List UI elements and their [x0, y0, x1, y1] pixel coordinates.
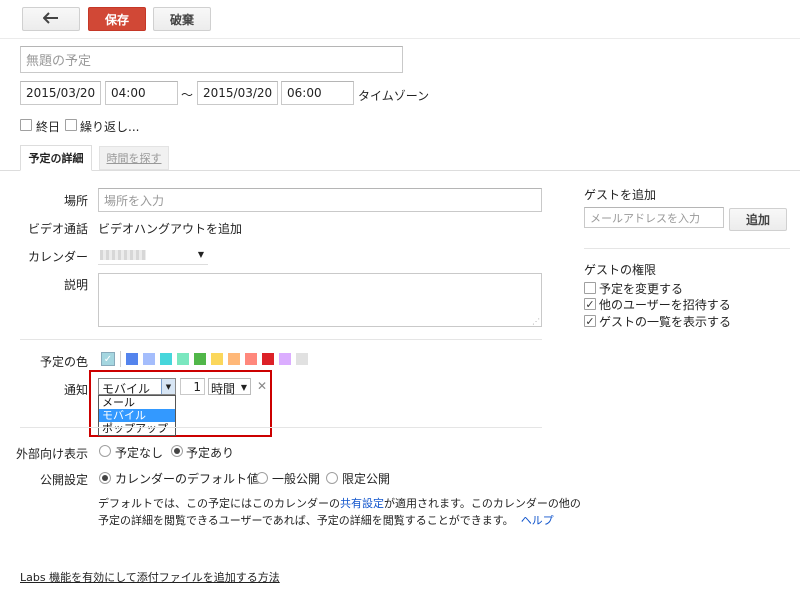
color-swatch[interactable]	[211, 353, 223, 365]
remove-notification-icon[interactable]: ✕	[257, 379, 267, 393]
back-arrow-icon	[42, 11, 59, 27]
perm-modify-checkbox[interactable]	[584, 282, 596, 294]
description-textarea[interactable]: ⋰	[98, 273, 542, 327]
perm-see-list-label: ゲストの一覧を表示する	[599, 315, 732, 329]
video-call-label: ビデオ通話	[27, 222, 88, 236]
privacy-default-label: カレンダーのデフォルト値	[115, 472, 260, 486]
chevron-down-icon: ▼	[197, 250, 204, 259]
privacy-label: 公開設定	[39, 473, 88, 487]
tab-event-details[interactable]: 予定の詳細	[20, 145, 92, 171]
sharing-settings-link[interactable]: 共有設定	[340, 497, 384, 510]
notification-unit-value: 時間	[211, 382, 236, 396]
start-date-input[interactable]: 2015/03/20	[20, 81, 101, 105]
notification-option[interactable]: メール	[99, 396, 175, 409]
notification-option[interactable]: ポップアップ	[99, 422, 175, 435]
notification-method-options: メール モバイル ポップアップ	[99, 396, 175, 435]
color-default-swatch[interactable]: ✓	[101, 352, 115, 366]
save-button[interactable]: 保存	[88, 7, 146, 31]
guests-divider	[584, 248, 790, 249]
event-title-input[interactable]: 無題の予定	[20, 46, 403, 73]
perm-modify-label: 予定を変更する	[599, 282, 684, 296]
end-date-input[interactable]: 2015/03/20	[197, 81, 278, 105]
location-placeholder: 場所を入力	[104, 193, 165, 208]
guest-permissions-heading: ゲストの権限	[584, 263, 657, 277]
add-guest-button[interactable]: 追加	[729, 208, 787, 231]
visibility-busy-label: 予定あり	[186, 446, 235, 460]
help-link[interactable]: ヘルプ	[521, 514, 554, 527]
tab-event-details-label: 予定の詳細	[28, 152, 84, 165]
visibility-label: 外部向け表示	[15, 447, 88, 461]
privacy-text-3: 予定の詳細を閲覧できるユーザーであれば、予定の詳細を閲覧することができます。	[98, 514, 514, 527]
guest-email-input[interactable]: メールアドレスを入力	[584, 207, 724, 228]
privacy-public-radio[interactable]	[256, 472, 268, 484]
visibility-free-radio[interactable]	[99, 445, 111, 457]
color-swatch[interactable]	[177, 353, 189, 365]
tab-bar-divider	[0, 170, 800, 171]
back-button[interactable]	[22, 7, 80, 31]
color-swatch[interactable]	[143, 353, 155, 365]
location-input[interactable]: 場所を入力	[98, 188, 542, 212]
resize-handle-icon[interactable]: ⋰	[532, 318, 540, 326]
description-label: 説明	[63, 278, 88, 292]
color-swatch[interactable]	[160, 353, 172, 365]
notification-method-dropdown: メール モバイル ポップアップ	[98, 395, 176, 436]
color-swatch[interactable]	[245, 353, 257, 365]
add-guests-heading: ゲストを追加	[584, 188, 657, 202]
color-divider	[120, 351, 121, 367]
calendar-select[interactable]: ▼	[98, 245, 208, 265]
section-divider-1	[20, 339, 542, 340]
color-swatch[interactable]	[228, 353, 240, 365]
visibility-busy-radio[interactable]	[171, 445, 183, 457]
privacy-public-label: 一般公開	[272, 472, 321, 486]
color-swatch[interactable]	[279, 353, 291, 365]
perm-invite-label: 他のユーザーを招待する	[599, 298, 731, 312]
dropdown-arrow-icon[interactable]: ▼	[161, 379, 175, 394]
chevron-down-icon: ▼	[240, 383, 247, 392]
perm-invite-checkbox[interactable]	[584, 298, 596, 310]
tab-find-time[interactable]: 時間を探す	[99, 146, 169, 170]
event-title-placeholder: 無題の予定	[26, 54, 92, 69]
notification-amount-input[interactable]: 1	[180, 378, 205, 395]
add-hangout-link[interactable]: ビデオハングアウトを追加	[98, 220, 242, 237]
privacy-private-radio[interactable]	[326, 472, 338, 484]
allday-checkbox[interactable]	[20, 119, 32, 131]
privacy-text-1: デフォルトでは、この予定にはこのカレンダーの	[98, 497, 340, 510]
visibility-free-label: 予定なし	[115, 446, 164, 460]
guest-email-placeholder: メールアドレスを入力	[590, 211, 700, 225]
discard-button[interactable]: 破棄	[153, 7, 211, 31]
notification-method-select[interactable]: モバイル ▼	[98, 378, 176, 396]
date-range-separator: ～	[181, 88, 194, 102]
perm-see-list-checkbox[interactable]	[584, 315, 596, 327]
labs-attachments-link[interactable]: Labs 機能を有効にして添付ファイルを追加する方法	[20, 569, 280, 585]
start-time-input[interactable]: 04:00	[105, 81, 178, 105]
privacy-description: デフォルトでは、この予定にはこのカレンダーの共有設定が適用されます。このカレンダ…	[98, 495, 581, 529]
color-swatch[interactable]	[194, 353, 206, 365]
privacy-default-radio[interactable]	[99, 472, 111, 484]
notification-label: 通知	[63, 383, 88, 397]
location-label: 場所	[63, 194, 88, 208]
privacy-text-2: が適用されます。このカレンダーの他の	[384, 497, 581, 510]
color-swatch[interactable]	[296, 353, 308, 365]
calendar-label: カレンダー	[27, 250, 88, 264]
toolbar-divider	[0, 38, 800, 39]
tab-find-time-label: 時間を探す	[106, 152, 162, 165]
check-icon: ✓	[103, 353, 113, 365]
event-color-label: 予定の色	[39, 355, 88, 369]
color-swatch[interactable]	[262, 353, 274, 365]
privacy-private-label: 限定公開	[342, 472, 391, 486]
repeat-label: 繰り返し...	[80, 120, 140, 134]
allday-label: 終日	[36, 120, 61, 134]
color-swatch[interactable]	[126, 353, 138, 365]
notification-unit-select[interactable]: 時間 ▼	[208, 378, 251, 396]
notification-option[interactable]: モバイル	[99, 409, 175, 422]
calendar-name-blurred	[100, 250, 146, 260]
section-divider-2	[20, 427, 542, 428]
repeat-checkbox[interactable]	[65, 119, 77, 131]
timezone-link[interactable]: タイムゾーン	[358, 87, 429, 104]
end-time-input[interactable]: 06:00	[281, 81, 354, 105]
